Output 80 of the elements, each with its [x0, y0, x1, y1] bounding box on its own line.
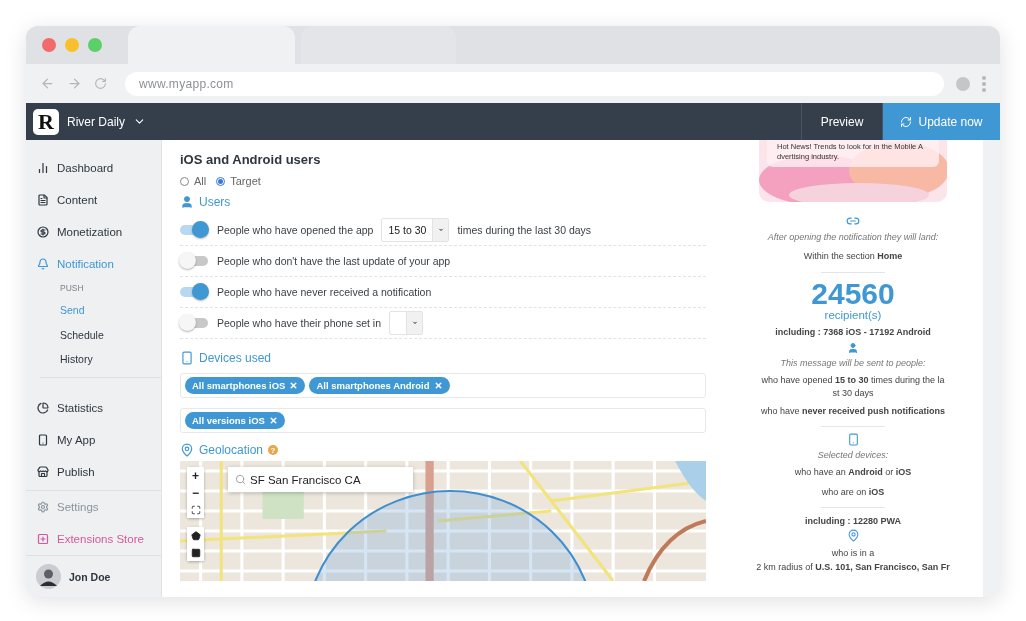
summary-line: who have never received push notifications: [760, 404, 946, 418]
caption: Selected devices:: [817, 450, 889, 460]
map-search-field[interactable]: SF San Francisco CA: [228, 467, 413, 492]
fullscreen-button[interactable]: [187, 501, 204, 518]
remove-icon[interactable]: [289, 381, 299, 390]
section-heading: Geolocation: [199, 443, 264, 457]
profile-icon[interactable]: [956, 76, 970, 91]
search-icon: [235, 474, 246, 485]
pentagon-icon: [190, 530, 201, 541]
radio-option[interactable]: All: [180, 175, 207, 187]
rule-label: People who have their phone set in: [217, 317, 382, 329]
close-dot[interactable]: [42, 38, 56, 52]
caption: This message will be sent to people:: [780, 357, 926, 368]
sidebar-subitem[interactable]: History: [26, 346, 161, 371]
summary-line: 2 km radius of U.S. 101, San Francisco, San Fr: [756, 560, 950, 574]
summary-line: who have an Android or iOS: [794, 466, 912, 479]
fullscreen-icon: [190, 504, 201, 515]
section-label: PUSH: [59, 282, 85, 296]
user-icon: [847, 341, 859, 354]
map[interactable]: + − SF San Francisco CA: [180, 461, 706, 581]
zoom-in-button[interactable]: +: [187, 467, 204, 484]
maximize-dot[interactable]: [88, 38, 102, 52]
rule-label: People who don't have the last update of your app: [217, 255, 451, 267]
pie-chart-icon: [37, 401, 49, 414]
phone-icon: [180, 351, 194, 365]
sidebar-item[interactable]: Monetization: [26, 216, 161, 249]
app-name[interactable]: River Daily: [67, 114, 125, 129]
bell-icon: [37, 258, 49, 271]
rule-label: People who have never received a notification: [217, 286, 432, 298]
plus-square-icon: [37, 533, 49, 545]
sidebar-item[interactable]: My App: [26, 423, 161, 456]
reload-icon[interactable]: [94, 77, 107, 90]
more-icon[interactable]: [982, 75, 986, 92]
phone-icon: [846, 433, 860, 446]
section-heading: Devices used: [199, 351, 272, 365]
sidebar-subitem[interactable]: Schedule: [26, 322, 161, 347]
recipient-unit: recipient(s): [824, 308, 882, 321]
remove-icon[interactable]: [268, 416, 278, 425]
phone-icon: [37, 433, 49, 446]
link-icon: [846, 214, 860, 228]
refresh-icon: [900, 115, 913, 128]
summary-line: who are on iOS: [821, 485, 885, 499]
square-icon: [190, 547, 201, 558]
caption: After opening the notification they will land:: [767, 232, 939, 242]
sidebar-item[interactable]: Dashboard: [26, 152, 161, 185]
pwa-text: including : 12280 PWA: [805, 516, 901, 526]
user-icon: [180, 195, 194, 209]
dropdown[interactable]: [389, 311, 424, 335]
caret-icon: [436, 226, 445, 234]
rule-label: times during the last 30 days: [457, 224, 592, 236]
square-button[interactable]: [187, 544, 204, 561]
app-logo: R: [33, 108, 59, 135]
rule-label: People who have opened the app: [217, 224, 374, 236]
section-heading: Users: [199, 195, 231, 209]
store-icon: [37, 465, 49, 478]
avatar: [36, 564, 61, 590]
settings-icon: [37, 500, 49, 513]
minimize-dot[interactable]: [65, 38, 79, 52]
radio-option[interactable]: Target: [216, 175, 261, 187]
recipient-count: 24560: [811, 278, 895, 309]
remove-icon[interactable]: [433, 381, 443, 390]
landing-text: Within the section Home: [803, 250, 903, 263]
zoom-out-button[interactable]: −: [187, 484, 204, 501]
sidebar-item[interactable]: Content: [26, 184, 161, 217]
bar-chart-icon: [37, 162, 49, 175]
back-icon[interactable]: [40, 76, 55, 91]
sidebar-item[interactable]: Publish: [26, 455, 161, 488]
map-pin-icon: [180, 443, 194, 457]
caret-icon: [410, 319, 419, 327]
document-icon: [37, 194, 49, 207]
user-name[interactable]: Jon Doe: [69, 570, 111, 583]
map-pin-icon: [846, 529, 860, 542]
summary-line: who is in a: [831, 547, 875, 560]
section-title: iOS and Android users: [180, 152, 322, 167]
dollar-icon: [37, 226, 49, 239]
forward-icon[interactable]: [67, 76, 82, 91]
polygon-button[interactable]: [187, 527, 204, 544]
breakdown-text: including : 7368 iOS - 17192 Android: [775, 326, 931, 337]
sidebar-item[interactable]: Statistics: [26, 391, 161, 424]
dropdown[interactable]: 15 to 30: [381, 218, 450, 242]
